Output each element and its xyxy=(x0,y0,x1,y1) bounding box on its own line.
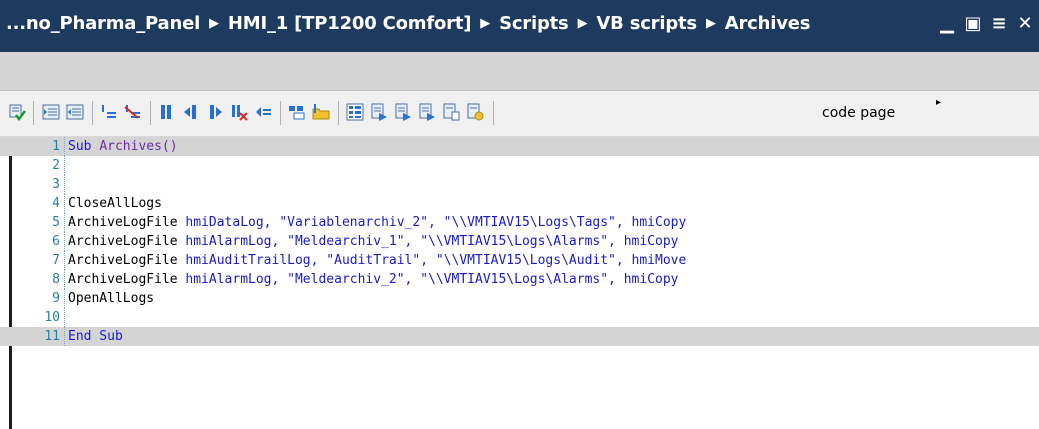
code-editor[interactable]: 1 Sub Archives() 2 3 4 CloseAllLogs 5 ArchiveLo… xyxy=(0,137,1039,429)
code-line[interactable]: 10 xyxy=(0,308,1039,327)
previous-bookmark-icon[interactable] xyxy=(182,103,200,121)
gutter-marker xyxy=(64,327,66,346)
gutter-marker xyxy=(64,270,66,289)
tag-list-icon[interactable] xyxy=(346,103,364,121)
code-text[interactable]: CloseAllLogs xyxy=(68,194,162,213)
code-line[interactable]: 8 ArchiveLogFile hmiAlarmLog, "Meldearchi… xyxy=(0,270,1039,289)
gutter-marker xyxy=(64,194,66,213)
breadcrumb-separator-icon: ▶ xyxy=(209,16,219,31)
gutter-marker xyxy=(64,156,66,175)
gutter-marker xyxy=(64,175,66,194)
line-number: 8 xyxy=(52,272,60,287)
code-line[interactable]: 2 xyxy=(0,156,1039,175)
overflow-arrow-icon[interactable]: ▸ xyxy=(936,97,941,108)
line-number: 1 xyxy=(52,139,60,154)
folder-select-icon[interactable] xyxy=(312,103,330,121)
toolbar-divider xyxy=(338,101,339,125)
toolbar-divider xyxy=(493,101,494,125)
gutter-marker xyxy=(64,251,66,270)
code-page-label[interactable]: code page xyxy=(822,105,895,121)
gutter-marker xyxy=(64,213,66,232)
window-controls: ▁ ▣ ≡ ✕ xyxy=(937,13,1035,34)
close-icon[interactable]: ✕ xyxy=(1015,13,1035,34)
minimize-icon[interactable]: ▁ xyxy=(937,13,957,34)
outdent-icon[interactable] xyxy=(66,103,84,121)
code-text[interactable]: End Sub xyxy=(68,327,123,346)
line-number: 5 xyxy=(52,215,60,230)
breadcrumb-separator-icon: ▶ xyxy=(480,16,491,31)
comment-icon[interactable] xyxy=(100,103,118,121)
line-number: 10 xyxy=(44,310,60,325)
breadcrumb-item-archives[interactable]: Archives xyxy=(725,13,811,34)
line-number: 7 xyxy=(52,253,60,268)
breadcrumb-item-scripts[interactable]: Scripts xyxy=(499,13,569,34)
insert-snippet-icon[interactable] xyxy=(288,103,306,121)
toolbar-divider xyxy=(150,101,151,125)
gutter-marker xyxy=(64,308,66,327)
indent-icon[interactable] xyxy=(42,103,60,121)
go-to-line-icon[interactable] xyxy=(254,103,272,121)
script-tag-icon[interactable] xyxy=(466,103,484,121)
editor-toolbar: code page ▸ xyxy=(0,91,1039,137)
gutter-marker xyxy=(64,137,66,156)
code-line[interactable]: 1 Sub Archives() xyxy=(0,137,1039,156)
breadcrumb-item-project[interactable]: ...no_Pharma_Panel xyxy=(6,13,200,34)
code-text[interactable]: OpenAllLogs xyxy=(68,289,154,308)
code-text[interactable]: Sub Archives() xyxy=(68,137,178,156)
breadcrumb-separator-icon: ▶ xyxy=(705,16,716,31)
breadcrumb: ...no_Pharma_Panel ▶ HMI_1 [TP1200 Comfort… xyxy=(6,13,810,34)
code-text[interactable]: ArchiveLogFile hmiAlarmLog, "Meldearchiv… xyxy=(68,232,679,251)
code-text[interactable]: ArchiveLogFile hmiAlarmLog, "Meldearchiv… xyxy=(68,270,679,289)
menu-icon[interactable]: ≡ xyxy=(989,13,1009,34)
code-line[interactable]: 11 End Sub xyxy=(0,327,1039,346)
toolbar-divider xyxy=(92,101,93,125)
title-bar: ...no_Pharma_Panel ▶ HMI_1 [TP1200 Comfort… xyxy=(0,0,1039,52)
line-number: 2 xyxy=(52,158,60,173)
code-line[interactable]: 6 ArchiveLogFile hmiAlarmLog, "Meldearchi… xyxy=(0,232,1039,251)
clear-bookmarks-icon[interactable] xyxy=(230,103,248,121)
code-line[interactable]: 5 ArchiveLogFile hmiDataLog, "Variablenar… xyxy=(0,213,1039,232)
complete-word-icon[interactable] xyxy=(442,103,460,121)
breadcrumb-item-device[interactable]: HMI_1 [TP1200 Comfort] xyxy=(228,13,472,34)
line-number: 6 xyxy=(52,234,60,249)
gutter-marker xyxy=(64,232,66,251)
toolbar-divider xyxy=(33,101,34,125)
restore-icon[interactable]: ▣ xyxy=(963,13,983,34)
code-text[interactable]: ArchiveLogFile hmiDataLog, "Variablenarc… xyxy=(68,213,686,232)
editor-header-band xyxy=(0,52,1039,91)
uncomment-icon[interactable] xyxy=(124,103,142,121)
code-line[interactable]: 7 ArchiveLogFile hmiAuditTrailLog, "Audit… xyxy=(0,251,1039,270)
quick-info-icon[interactable] xyxy=(418,103,436,121)
code-line[interactable]: 3 xyxy=(0,175,1039,194)
code-line[interactable]: 9 OpenAllLogs xyxy=(0,289,1039,308)
code-line[interactable]: 4 CloseAllLogs xyxy=(0,194,1039,213)
line-number: 3 xyxy=(52,177,60,192)
parameter-info-icon[interactable] xyxy=(394,103,412,121)
breadcrumb-item-vb-scripts[interactable]: VB scripts xyxy=(596,13,697,34)
code-text[interactable]: ArchiveLogFile hmiAuditTrailLog, "AuditT… xyxy=(68,251,686,270)
gutter-marker xyxy=(64,289,66,308)
next-bookmark-icon[interactable] xyxy=(206,103,224,121)
line-number: 9 xyxy=(52,291,60,306)
check-syntax-icon[interactable] xyxy=(8,103,26,121)
toolbar-divider xyxy=(280,101,281,125)
breadcrumb-separator-icon: ▶ xyxy=(577,16,588,31)
line-number: 4 xyxy=(52,196,60,211)
bookmark-icon[interactable] xyxy=(158,103,176,121)
list-members-icon[interactable] xyxy=(370,103,388,121)
line-number: 11 xyxy=(44,329,60,344)
